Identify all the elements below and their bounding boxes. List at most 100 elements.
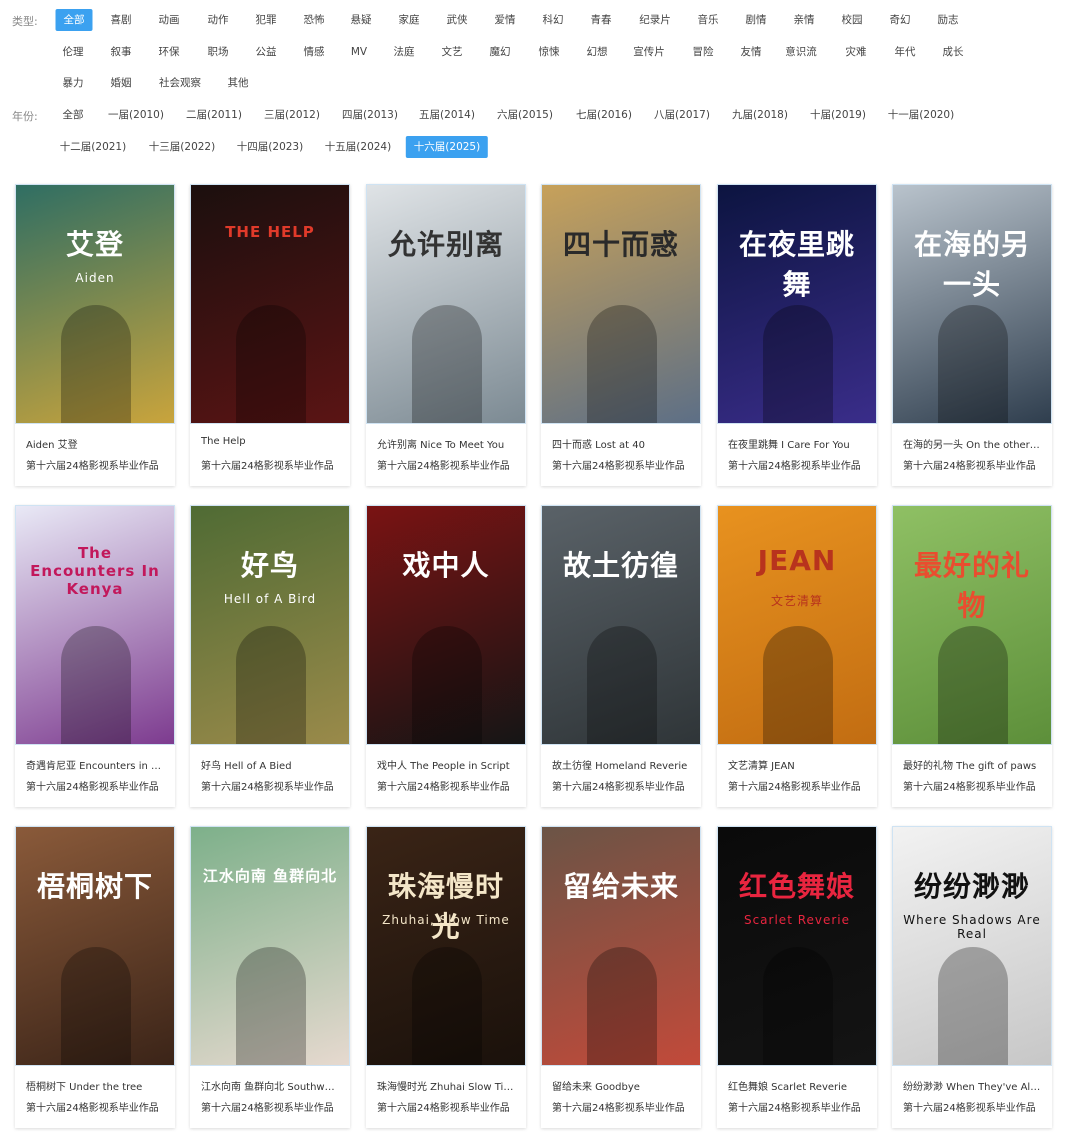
film-title[interactable]: 江水向南 鱼群向北 Southward River, Northward Fis… xyxy=(201,1078,340,1093)
type-filter-8[interactable]: 文艺 xyxy=(434,41,471,63)
type-filter-2[interactable]: 社会观察 xyxy=(151,72,209,94)
film-card[interactable]: 纷纷渺渺 Where Shadows Are Real 纷纷渺渺 When They… xyxy=(892,826,1052,1128)
type-filter-17[interactable]: 奇幻 xyxy=(882,9,919,31)
film-card[interactable]: 在海的另一头在海的另一头 On the other side of the se… xyxy=(892,184,1052,486)
film-title[interactable]: 好鸟 Hell of A Bied xyxy=(201,757,340,772)
year-filter-3[interactable]: 三届(2012) xyxy=(256,104,328,126)
type-filter-0[interactable]: 伦理 xyxy=(55,41,92,63)
film-title[interactable]: 戏中人 The People in Script xyxy=(377,757,516,772)
type-filter-14[interactable]: 剧情 xyxy=(738,9,775,31)
film-card[interactable]: 允许别离 允许别离 Nice To Meet You 第十六届24格影视系毕业作品 xyxy=(366,184,526,486)
year-filter-2[interactable]: 十四届(2023) xyxy=(229,136,311,158)
year-filter-2[interactable]: 二届(2011) xyxy=(178,104,250,126)
type-filter-12[interactable]: 宣传片 xyxy=(625,41,673,63)
type-filter-1[interactable]: 喜剧 xyxy=(103,9,140,31)
type-filter-18[interactable]: 成长 xyxy=(935,41,972,63)
film-card[interactable]: 留给未来 留给未来 Goodbye 第十六届24格影视系毕业作品 xyxy=(541,826,701,1128)
film-title[interactable]: 梧桐树下 Under the tree xyxy=(26,1078,165,1093)
year-filter-0[interactable]: 十二届(2021) xyxy=(52,136,134,158)
film-card[interactable]: 故土彷徨 故土彷徨 Homeland Reverie 第十六届24格影视系毕业作品 xyxy=(541,505,701,807)
film-card[interactable]: The Encounters In Kenya 奇遇肯尼亚 Encounters … xyxy=(15,505,175,807)
film-poster[interactable]: 四十而惑 xyxy=(541,184,701,424)
type-filter-11[interactable]: 青春 xyxy=(583,9,620,31)
film-poster[interactable]: JEAN 文艺清算 xyxy=(717,505,877,745)
year-filter-4[interactable]: 十六届(2025) xyxy=(405,136,489,158)
type-filter-0[interactable]: 全部 xyxy=(55,9,93,31)
type-filter-5[interactable]: 恐怖 xyxy=(296,9,333,31)
film-card[interactable]: 梧桐树下 梧桐树下 Under the tree 第十六届24格影视系毕业作品 xyxy=(15,826,175,1128)
film-title[interactable]: 允许别离 Nice To Meet You xyxy=(377,436,516,451)
film-title[interactable]: 最好的礼物 The gift of paws xyxy=(903,757,1042,772)
year-filter-6[interactable]: 六届(2015) xyxy=(489,104,561,126)
type-filter-15[interactable]: 亲情 xyxy=(786,9,823,31)
film-poster[interactable]: The Encounters In Kenya xyxy=(15,505,175,745)
film-poster[interactable]: 江水向南 鱼群向北 xyxy=(190,826,350,1066)
film-card[interactable]: JEAN 文艺清算 文艺清算 JEAN 第十六届24格影视系毕业作品 xyxy=(717,505,877,807)
film-card[interactable]: 戏中人 戏中人 The People in Script 第十六届24格影视系毕业作… xyxy=(366,505,526,807)
type-filter-14[interactable]: 友情 xyxy=(733,41,770,63)
type-filter-3[interactable]: 其他 xyxy=(220,72,257,94)
film-poster[interactable]: 最好的礼物 xyxy=(892,505,1052,745)
film-card[interactable]: 四十而惑 四十而惑 Lost at 40 第十六届24格影视系毕业作品 xyxy=(541,184,701,486)
film-poster[interactable]: 允许别离 xyxy=(366,184,526,424)
film-title[interactable]: 在夜里跳舞 I Care For You xyxy=(728,436,867,451)
type-filter-13[interactable]: 冒险 xyxy=(685,41,722,63)
type-filter-18[interactable]: 励志 xyxy=(930,9,967,31)
film-poster[interactable]: 故土彷徨 xyxy=(541,505,701,745)
film-poster[interactable]: 留给未来 xyxy=(541,826,701,1066)
film-card[interactable]: 江水向南 鱼群向北江水向南 鱼群向北 Southward River, Nort… xyxy=(190,826,350,1128)
film-card[interactable]: 红色舞娘 Scarlet Reverie 红色舞娘 Scarlet Reverie 第… xyxy=(717,826,877,1128)
year-filter-11[interactable]: 十一届(2020) xyxy=(880,104,962,126)
film-title[interactable]: The Help xyxy=(201,436,340,447)
film-card[interactable]: 好鸟 Hell of A Bird 好鸟 Hell of A Bied 第十六届24格… xyxy=(190,505,350,807)
type-filter-15[interactable]: 意识流 xyxy=(777,41,825,63)
film-card[interactable]: 艾登 Aiden Aiden 艾登 第十六届24格影视系毕业作品 xyxy=(15,184,175,486)
type-filter-16[interactable]: 校园 xyxy=(834,9,871,31)
type-filter-5[interactable]: 情感 xyxy=(296,41,333,63)
type-filter-8[interactable]: 武侠 xyxy=(439,9,476,31)
film-poster[interactable]: 纷纷渺渺 Where Shadows Are Real xyxy=(892,826,1052,1066)
type-filter-9[interactable]: 魔幻 xyxy=(482,41,519,63)
film-card[interactable]: THE HELP The Help 第十六届24格影视系毕业作品 xyxy=(190,184,350,486)
type-filter-4[interactable]: 犯罪 xyxy=(248,9,285,31)
year-filter-9[interactable]: 九届(2018) xyxy=(724,104,796,126)
type-filter-10[interactable]: 惊悚 xyxy=(531,41,568,63)
film-card[interactable]: 最好的礼物 最好的礼物 The gift of paws 第十六届24格影视系毕业作… xyxy=(892,505,1052,807)
film-title[interactable]: 奇遇肯尼亚 Encounters in Kenya xyxy=(26,757,165,772)
type-filter-3[interactable]: 动作 xyxy=(200,9,237,31)
film-poster[interactable]: 好鸟 Hell of A Bird xyxy=(190,505,350,745)
type-filter-6[interactable]: 悬疑 xyxy=(343,9,380,31)
year-filter-0[interactable]: 全部 xyxy=(55,104,92,126)
year-filter-10[interactable]: 十届(2019) xyxy=(802,104,874,126)
year-filter-5[interactable]: 五届(2014) xyxy=(411,104,483,126)
type-filter-1[interactable]: 叙事 xyxy=(103,41,140,63)
type-filter-7[interactable]: 法庭 xyxy=(386,41,423,63)
year-filter-1[interactable]: 一届(2010) xyxy=(100,104,172,126)
year-filter-4[interactable]: 四届(2013) xyxy=(334,104,406,126)
type-filter-2[interactable]: 环保 xyxy=(151,41,188,63)
type-filter-6[interactable]: MV xyxy=(343,41,375,63)
film-poster[interactable]: 戏中人 xyxy=(366,505,526,745)
film-title[interactable]: 文艺清算 JEAN xyxy=(728,757,867,772)
film-poster[interactable]: THE HELP xyxy=(190,184,350,424)
type-filter-13[interactable]: 音乐 xyxy=(690,9,727,31)
film-title[interactable]: 留给未来 Goodbye xyxy=(552,1078,691,1093)
film-poster[interactable]: 在海的另一头 xyxy=(892,184,1052,424)
film-title[interactable]: 红色舞娘 Scarlet Reverie xyxy=(728,1078,867,1093)
film-title[interactable]: 珠海慢时光 Zhuhai Slow Time xyxy=(377,1078,516,1093)
film-title[interactable]: Aiden 艾登 xyxy=(26,436,165,451)
type-filter-3[interactable]: 职场 xyxy=(200,41,237,63)
type-filter-12[interactable]: 纪录片 xyxy=(631,9,679,31)
type-filter-7[interactable]: 家庭 xyxy=(391,9,428,31)
type-filter-0[interactable]: 暴力 xyxy=(55,72,92,94)
film-card[interactable]: 在夜里跳舞 在夜里跳舞 I Care For You 第十六届24格影视系毕业作品 xyxy=(717,184,877,486)
type-filter-9[interactable]: 爱情 xyxy=(487,9,524,31)
film-poster[interactable]: 梧桐树下 xyxy=(15,826,175,1066)
type-filter-1[interactable]: 婚姻 xyxy=(103,72,140,94)
film-poster[interactable]: 在夜里跳舞 xyxy=(717,184,877,424)
type-filter-17[interactable]: 年代 xyxy=(887,41,924,63)
film-title[interactable]: 四十而惑 Lost at 40 xyxy=(552,436,691,451)
year-filter-1[interactable]: 十三届(2022) xyxy=(141,136,223,158)
film-poster[interactable]: 艾登 Aiden xyxy=(15,184,175,424)
film-card[interactable]: 珠海慢时光 Zhuhai, Slow Time 珠海慢时光 Zhuhai Slow … xyxy=(366,826,526,1128)
